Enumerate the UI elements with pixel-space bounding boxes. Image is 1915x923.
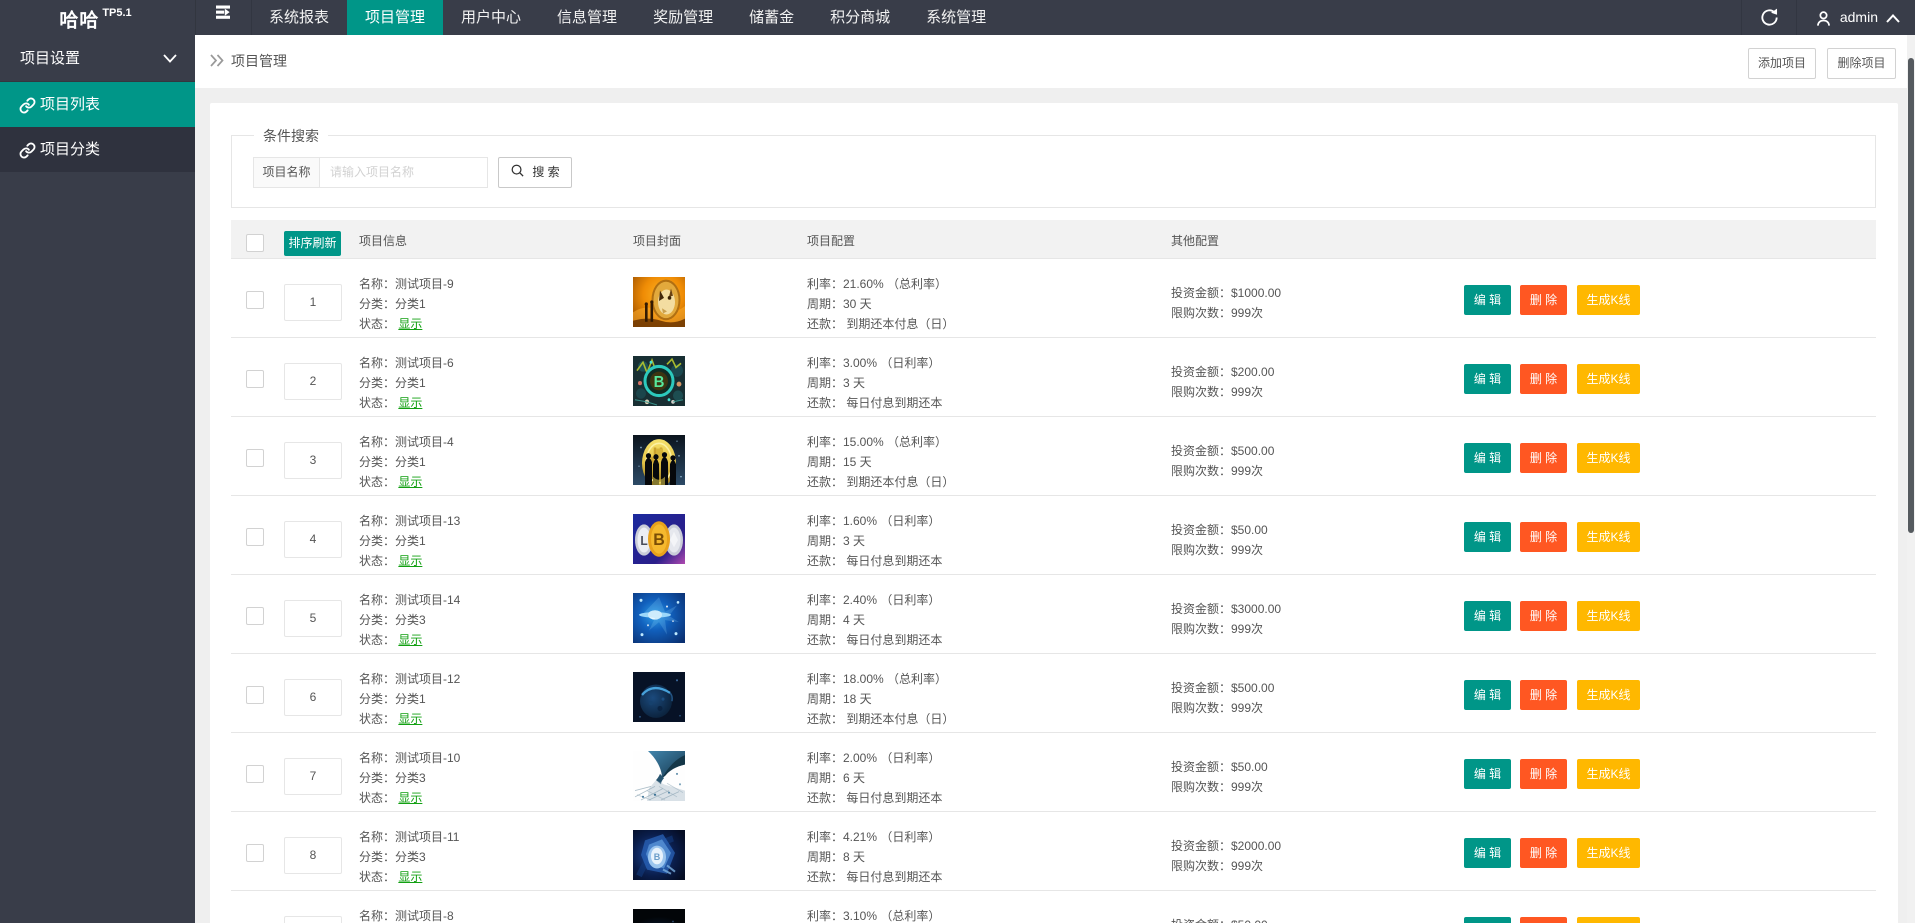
- svg-text:B: B: [653, 531, 665, 549]
- svg-text:L: L: [640, 534, 648, 548]
- svg-text:B: B: [654, 374, 665, 391]
- svg-text:B: B: [654, 852, 661, 862]
